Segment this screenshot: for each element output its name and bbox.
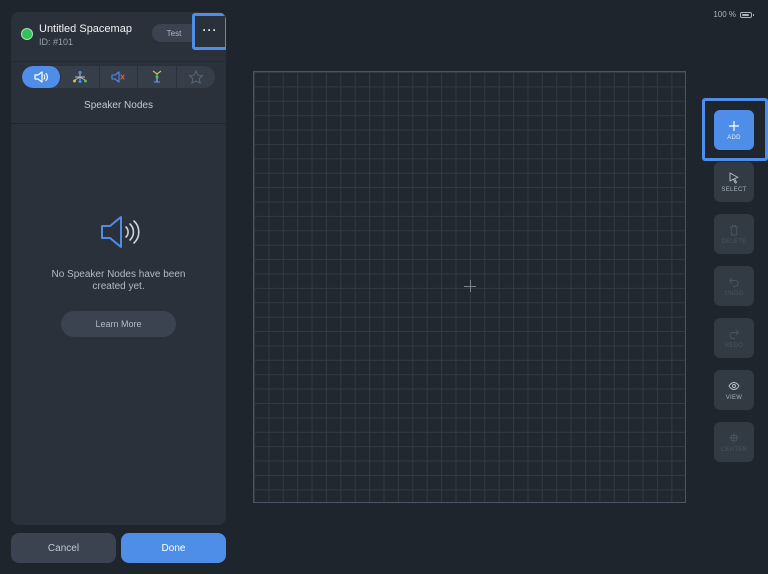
- undo-icon: [728, 277, 739, 287]
- tab-network-nodes[interactable]: [61, 66, 100, 88]
- center-button[interactable]: CENTER: [714, 422, 754, 462]
- learn-more-button[interactable]: Learn More: [61, 311, 176, 337]
- speaker-large-icon: [101, 216, 140, 248]
- battery-percent: 100 %: [713, 10, 736, 19]
- tab-favorites[interactable]: [177, 66, 215, 88]
- plus-icon: [729, 120, 739, 131]
- delete-label: DELETE: [721, 238, 747, 245]
- spacemap-panel: Untitled Spacemap ID: #101 Test ··· Spea…: [11, 12, 226, 525]
- view-button[interactable]: VIEW: [714, 370, 754, 410]
- spacemap-id: ID: #101: [39, 37, 74, 47]
- panel-header: Untitled Spacemap ID: #101 Test ···: [11, 12, 226, 62]
- add-label: ADD: [727, 134, 741, 141]
- select-button[interactable]: SELECT: [714, 162, 754, 202]
- section-divider: [11, 123, 226, 124]
- pointer-icon: [729, 172, 739, 184]
- undo-label: UNDO: [724, 290, 744, 297]
- section-title: Speaker Nodes: [84, 100, 153, 111]
- node-type-tabs: [22, 66, 215, 88]
- tab-antenna-nodes[interactable]: [138, 66, 178, 88]
- tab-muted-nodes[interactable]: [100, 66, 139, 88]
- node-network-icon: [72, 70, 87, 83]
- tab-speaker-nodes[interactable]: [22, 66, 61, 88]
- speaker-muted-icon: [111, 71, 126, 83]
- more-options-button[interactable]: ···: [192, 13, 226, 50]
- done-button[interactable]: Done: [121, 533, 226, 563]
- redo-button[interactable]: REDO: [714, 318, 754, 358]
- spacemap-title: Untitled Spacemap: [39, 23, 132, 35]
- canvas-center-marker: [464, 280, 476, 292]
- speaker-icon: [34, 71, 48, 83]
- star-icon: [188, 70, 204, 84]
- view-label: VIEW: [725, 394, 743, 401]
- antenna-icon: [152, 70, 162, 83]
- add-button[interactable]: ADD: [714, 110, 754, 150]
- trash-icon: [730, 224, 738, 235]
- undo-button[interactable]: UNDO: [714, 266, 754, 306]
- battery-icon: [740, 11, 754, 18]
- ellipsis-icon: ···: [202, 22, 218, 37]
- delete-button[interactable]: DELETE: [714, 214, 754, 254]
- empty-state-message: No Speaker Nodes have been created yet.: [51, 269, 186, 292]
- status-indicator-icon: [21, 28, 33, 40]
- center-label: CENTER: [720, 446, 748, 453]
- eye-icon: [728, 381, 740, 390]
- status-bar: 100 %: [713, 10, 754, 19]
- cancel-button[interactable]: Cancel: [11, 533, 116, 563]
- select-label: SELECT: [721, 186, 747, 193]
- redo-label: REDO: [724, 342, 744, 349]
- crosshair-icon: [729, 432, 739, 443]
- redo-icon: [729, 329, 740, 339]
